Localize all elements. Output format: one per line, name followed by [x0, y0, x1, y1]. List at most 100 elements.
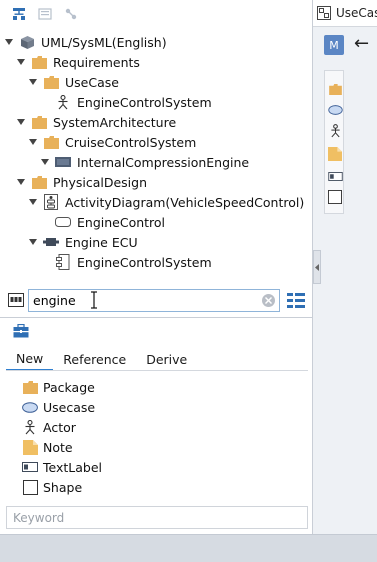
note-icon	[22, 439, 38, 455]
search-input[interactable]	[33, 293, 233, 308]
palette-item-label: Usecase	[43, 399, 96, 415]
chevron-down-icon[interactable]	[28, 77, 38, 87]
action-icon	[55, 214, 71, 230]
chevron-down-icon[interactable]	[28, 137, 38, 147]
tree-item-label: InternalCompressionEngine	[77, 154, 250, 170]
palette-tabs: New Reference Derive	[6, 347, 197, 371]
model-badge[interactable]: M	[324, 35, 344, 55]
package-icon	[22, 379, 38, 395]
component-icon	[55, 254, 71, 270]
palette-item-package[interactable]: Package	[22, 377, 95, 397]
clear-search-icon[interactable]	[262, 294, 275, 307]
tree-item-engine-ecu[interactable]: Engine ECU	[28, 232, 138, 252]
browser-toolbar	[0, 0, 312, 28]
actor-icon[interactable]	[327, 123, 343, 139]
relations-view-icon[interactable]	[62, 5, 80, 23]
package-icon	[31, 114, 47, 130]
keyword-input[interactable]	[13, 510, 293, 525]
chevron-down-icon[interactable]	[16, 177, 26, 187]
status-bar	[0, 534, 377, 562]
chevron-down-icon[interactable]	[16, 117, 26, 127]
search-mode-icon[interactable]	[8, 293, 24, 307]
package-icon	[43, 74, 59, 90]
filter-options-icon[interactable]	[287, 292, 305, 309]
tree-item-root[interactable]: UML/SysML(English)	[4, 32, 167, 52]
tab-reference[interactable]: Reference	[53, 347, 136, 371]
tabs-underline	[6, 370, 308, 371]
tab-new[interactable]: New	[6, 347, 54, 371]
tree-item-label: EngineControl	[77, 214, 166, 230]
tree-item-label: PhysicalDesign	[53, 174, 148, 190]
tree-item-label: EngineControlSystem	[77, 254, 212, 270]
palette-item-actor[interactable]: Actor	[22, 417, 76, 437]
collapse-handle[interactable]	[313, 250, 321, 284]
tree-item-label: SystemArchitecture	[53, 114, 177, 130]
tree-item-label: ActivityDiagram(VehicleSpeedControl)	[65, 194, 305, 210]
hierarchy-view-icon[interactable]	[10, 5, 28, 23]
chevron-down-icon[interactable]	[28, 197, 38, 207]
diagram-mini-palette	[324, 70, 344, 214]
tab-label: New	[16, 350, 44, 366]
note-icon[interactable]	[327, 146, 343, 162]
palette-item-usecase[interactable]: Usecase	[22, 397, 95, 417]
tab-label: Reference	[63, 351, 127, 367]
chevron-down-icon[interactable]	[40, 157, 50, 167]
tab-derive[interactable]: Derive	[136, 347, 197, 371]
package-icon	[43, 134, 59, 150]
palette-item-label: TextLabel	[43, 459, 103, 475]
package-icon	[31, 54, 47, 70]
palette-item-label: Note	[43, 439, 73, 455]
block-icon	[55, 154, 71, 170]
tree-item-activitydiagram[interactable]: ActivityDiagram(VehicleSpeedControl)	[28, 192, 304, 212]
tree-item-enginecontrolsystem-component[interactable]: EngineControlSystem	[55, 252, 212, 272]
model-browser-pane: UML/SysML(English) Requirements UseCase …	[0, 0, 313, 534]
activity-diagram-icon	[43, 194, 59, 210]
tree-item-internalcompressionengine[interactable]: InternalCompressionEngine	[40, 152, 249, 172]
usecase-icon[interactable]	[327, 102, 343, 118]
tree-item-label: EngineControlSystem	[77, 94, 212, 110]
chevron-down-icon[interactable]	[4, 37, 14, 47]
tree-item-label: Requirements	[53, 54, 140, 70]
chevron-down-icon[interactable]	[28, 237, 38, 247]
chevron-down-icon[interactable]	[16, 57, 26, 67]
text-cursor-icon	[90, 291, 98, 309]
diagram-tab-icon	[317, 6, 331, 20]
toolbox-icon[interactable]	[13, 323, 29, 338]
back-arrow-icon[interactable]: ←	[354, 34, 369, 54]
textlabel-icon	[22, 459, 38, 475]
tree-item-label: Engine ECU	[65, 234, 138, 250]
tree-item-usecase[interactable]: UseCase	[28, 72, 119, 92]
editor-tab-title: UseCas	[336, 6, 377, 20]
usecase-icon	[22, 399, 38, 415]
tree-item-label: UML/SysML(English)	[41, 34, 167, 50]
editor-tab[interactable]: UseCas	[313, 0, 377, 27]
tab-label: Derive	[146, 351, 188, 367]
actor-icon	[22, 419, 38, 435]
palette-item-shape[interactable]: Shape	[22, 477, 82, 497]
keyword-filter-box	[6, 506, 308, 529]
tree-item-enginecontrolsystem-actor[interactable]: EngineControlSystem	[55, 92, 212, 112]
palette-item-textlabel[interactable]: TextLabel	[22, 457, 102, 477]
textlabel-icon[interactable]	[327, 168, 343, 184]
diagram-editor-pane: UseCas M ←	[313, 0, 377, 534]
package-icon	[31, 174, 47, 190]
chevron-left-icon	[315, 263, 319, 271]
palette-item-label: Package	[43, 379, 95, 395]
palette-item-label: Shape	[43, 479, 83, 495]
tree-item-cruisecontrolsystem[interactable]: CruiseControlSystem	[28, 132, 196, 152]
tree-item-requirements[interactable]: Requirements	[16, 52, 140, 72]
palette-item-note[interactable]: Note	[22, 437, 73, 457]
model-search-bar	[6, 289, 306, 312]
shape-icon[interactable]	[327, 189, 343, 205]
pane-divider[interactable]	[0, 317, 313, 318]
node-icon	[43, 234, 59, 250]
shape-icon	[22, 479, 38, 495]
tree-item-enginecontrol[interactable]: EngineControl	[55, 212, 165, 232]
tree-item-systemarchitecture[interactable]: SystemArchitecture	[16, 112, 176, 132]
palette-item-label: Actor	[43, 419, 76, 435]
actor-icon	[55, 94, 71, 110]
tree-item-label: CruiseControlSystem	[65, 134, 197, 150]
package-icon[interactable]	[327, 81, 343, 97]
list-view-icon[interactable]	[36, 5, 54, 23]
tree-item-physicaldesign[interactable]: PhysicalDesign	[16, 172, 147, 192]
